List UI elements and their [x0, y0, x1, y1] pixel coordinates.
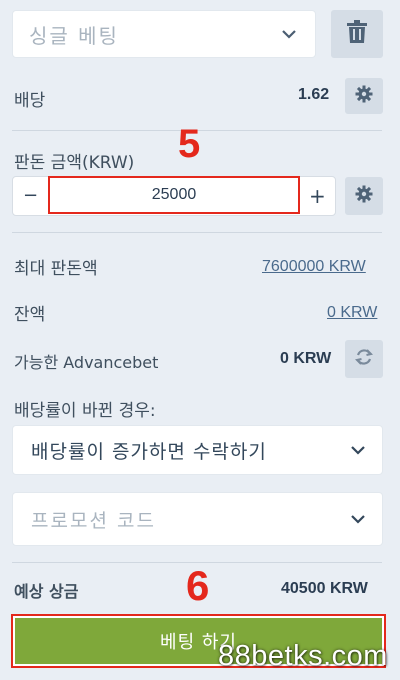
gear-icon	[355, 85, 373, 107]
step-number-5: 5	[178, 122, 201, 166]
promo-code-placeholder: 프로모션 코드	[31, 509, 156, 532]
stake-input[interactable]: 25000	[48, 176, 300, 214]
divider	[12, 232, 382, 233]
odds-change-dropdown[interactable]: 배당률이 증가하면 수락하기	[12, 425, 383, 475]
step-number-6: 6	[186, 562, 210, 609]
stake-value: 25000	[151, 186, 197, 203]
balance-link[interactable]: 0 KRW	[327, 304, 377, 322]
odds-value: 1.62	[298, 86, 330, 103]
refresh-icon	[354, 347, 374, 371]
max-stake-label: 최대 판돈액	[14, 259, 98, 279]
odds-label: 배당	[14, 91, 46, 111]
chevron-down-icon	[279, 24, 299, 44]
promo-code-dropdown[interactable]: 프로모션 코드	[12, 492, 383, 546]
expected-win-label: 예상 상금	[14, 582, 79, 601]
max-stake-link[interactable]: 7600000 KRW	[262, 258, 366, 276]
chevron-down-icon	[348, 509, 368, 529]
decrease-stake-button[interactable]: −	[23, 185, 38, 206]
advancebet-value: 0 KRW	[280, 350, 332, 367]
delete-bet-button[interactable]	[331, 10, 383, 58]
gear-icon	[355, 185, 373, 207]
bet-type-selected: 싱글 베팅	[29, 23, 119, 48]
odds-change-label: 배당률이 바뀐 경우:	[14, 401, 156, 421]
refresh-button[interactable]	[345, 340, 383, 378]
watermark: 88betks.com	[218, 640, 388, 672]
balance-label: 잔액	[14, 305, 46, 325]
trash-icon	[346, 20, 368, 48]
odds-settings-button[interactable]	[345, 78, 383, 114]
chevron-down-icon	[348, 440, 368, 460]
advancebet-label: 가능한 Advancebet	[14, 353, 159, 372]
stake-label: 판돈 금액(KRW)	[14, 153, 135, 173]
increase-stake-button[interactable]: +	[309, 184, 326, 208]
stake-settings-button[interactable]	[345, 177, 383, 215]
odds-change-selected: 배당률이 증가하면 수락하기	[31, 440, 267, 463]
bet-type-dropdown[interactable]: 싱글 베팅	[12, 10, 316, 58]
expected-win-value: 40500 KRW	[281, 580, 368, 597]
